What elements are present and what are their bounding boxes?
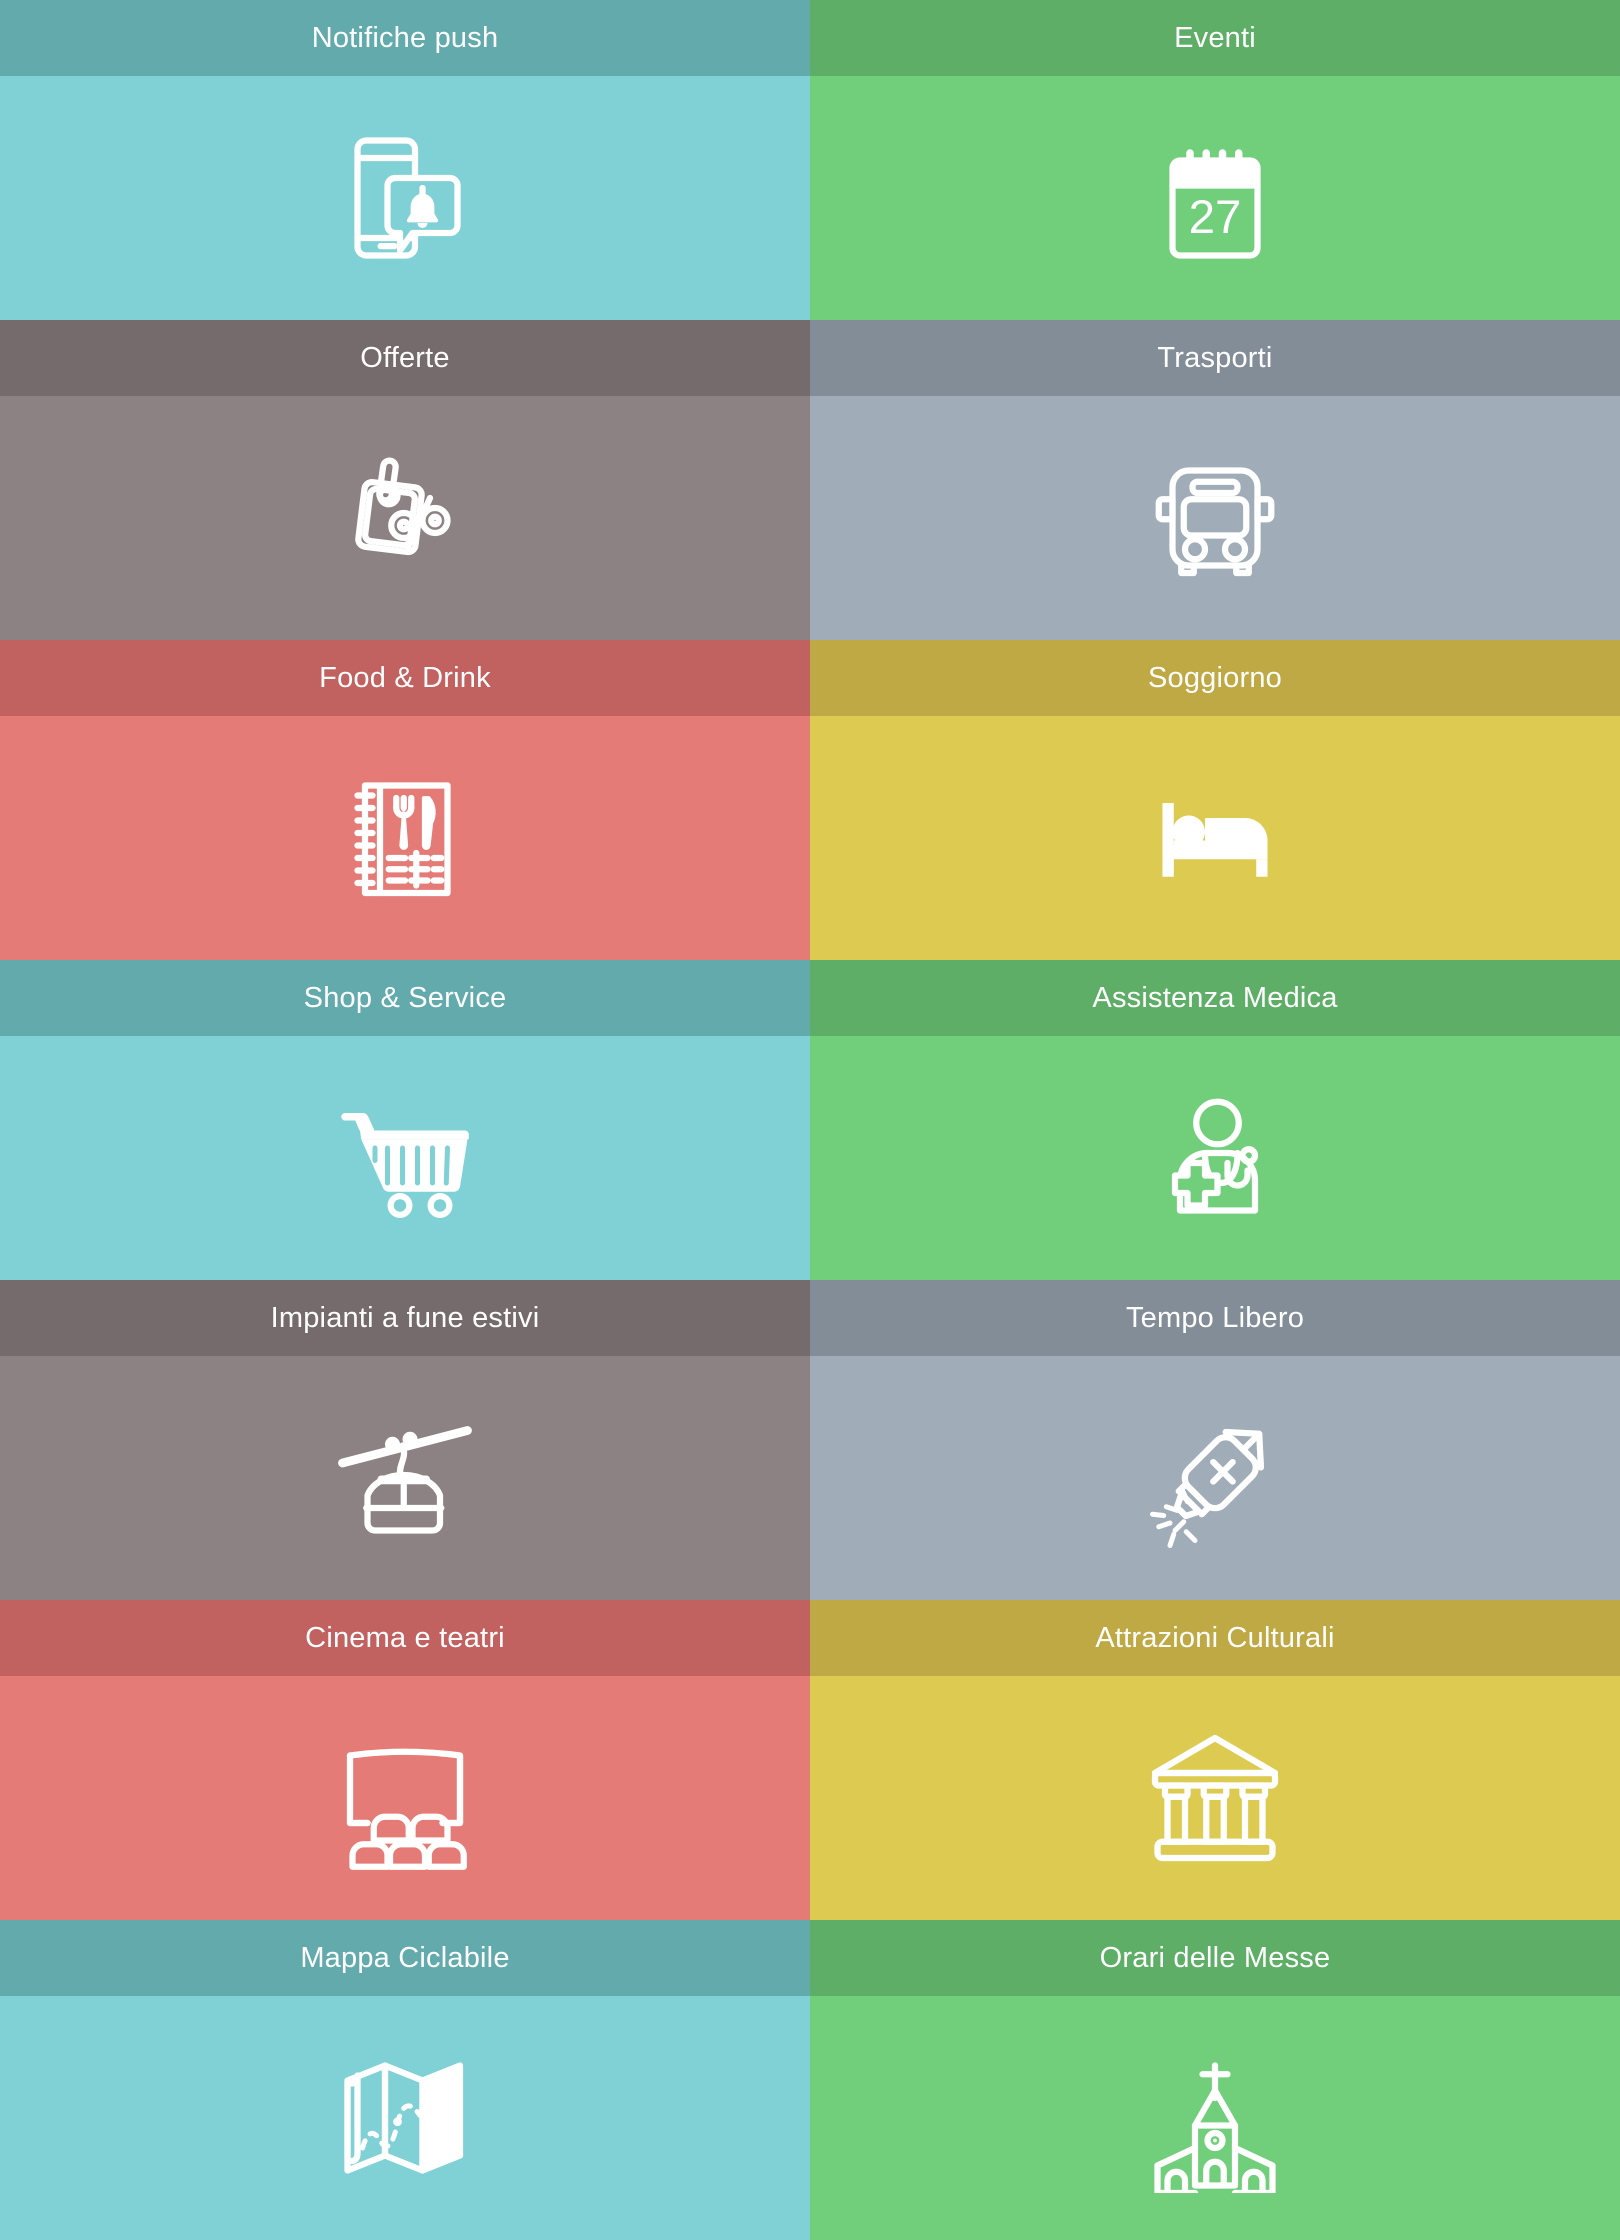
tile-mappa-ciclabile[interactable]: Mappa Ciclabile (0, 1920, 810, 2240)
museum-icon (1140, 1723, 1290, 1873)
tile-icon-area[interactable] (810, 716, 1620, 960)
tile-attrazioni-culturali[interactable]: Attrazioni Culturali (810, 1600, 1620, 1920)
tile-icon-area[interactable] (810, 1036, 1620, 1280)
tile-icon-area[interactable] (0, 1036, 810, 1280)
svg-text:27: 27 (1189, 191, 1242, 244)
tile-soggiorno[interactable]: Soggiorno (810, 640, 1620, 960)
tile-label: Eventi (810, 0, 1620, 76)
cable-car-icon (330, 1403, 480, 1553)
tile-notifiche-push[interactable]: Notifiche push (0, 0, 810, 320)
tile-shop-service[interactable]: Shop & Service (0, 960, 810, 1280)
tile-label: Tempo Libero (810, 1280, 1620, 1356)
firework-rocket-icon (1140, 1403, 1290, 1553)
restaurant-menu-icon (330, 763, 480, 913)
tile-impianti-a-fune-estivi[interactable]: Impianti a fune estivi (0, 1280, 810, 1600)
tile-label: Soggiorno (810, 640, 1620, 716)
tile-label: Trasporti (810, 320, 1620, 396)
tile-label: Notifiche push (0, 0, 810, 76)
tile-label: Food & Drink (0, 640, 810, 716)
tile-label: Orari delle Messe (810, 1920, 1620, 1996)
tile-icon-area[interactable] (0, 396, 810, 640)
church-icon (1140, 2043, 1290, 2193)
bus-icon (1140, 443, 1290, 593)
tile-icon-area[interactable] (0, 716, 810, 960)
tile-grid: Notifiche push Eventi 27 Offerte Traspor… (0, 0, 1620, 2240)
tile-icon-area[interactable] (810, 1996, 1620, 2240)
tile-icon-area[interactable] (0, 1996, 810, 2240)
push-notification-icon (330, 123, 480, 273)
tile-icon-area[interactable] (0, 76, 810, 320)
tile-cinema-e-teatri[interactable]: Cinema e teatri (0, 1600, 810, 1920)
tile-icon-area[interactable]: 27 (810, 76, 1620, 320)
tile-offerte[interactable]: Offerte (0, 320, 810, 640)
calendar-icon: 27 (1140, 123, 1290, 273)
tile-icon-area[interactable] (0, 1676, 810, 1920)
tile-food-drink[interactable]: Food & Drink (0, 640, 810, 960)
tile-icon-area[interactable] (810, 1676, 1620, 1920)
tile-label: Attrazioni Culturali (810, 1600, 1620, 1676)
tile-trasporti[interactable]: Trasporti (810, 320, 1620, 640)
tile-label: Shop & Service (0, 960, 810, 1036)
tile-label: Impianti a fune estivi (0, 1280, 810, 1356)
discount-tag-icon (330, 443, 480, 593)
doctor-icon (1140, 1083, 1290, 1233)
tile-icon-area[interactable] (0, 1356, 810, 1600)
tile-icon-area[interactable] (810, 1356, 1620, 1600)
tile-icon-area[interactable] (810, 396, 1620, 640)
folded-map-icon (330, 2043, 480, 2193)
shopping-cart-icon (330, 1083, 480, 1233)
tile-label: Cinema e teatri (0, 1600, 810, 1676)
cinema-screen-icon (330, 1723, 480, 1873)
tile-orari-delle-messe[interactable]: Orari delle Messe (810, 1920, 1620, 2240)
bed-icon (1140, 763, 1290, 913)
tile-label: Mappa Ciclabile (0, 1920, 810, 1996)
tile-label: Offerte (0, 320, 810, 396)
tile-eventi[interactable]: Eventi 27 (810, 0, 1620, 320)
tile-label: Assistenza Medica (810, 960, 1620, 1036)
tile-assistenza-medica[interactable]: Assistenza Medica (810, 960, 1620, 1280)
tile-tempo-libero[interactable]: Tempo Libero (810, 1280, 1620, 1600)
